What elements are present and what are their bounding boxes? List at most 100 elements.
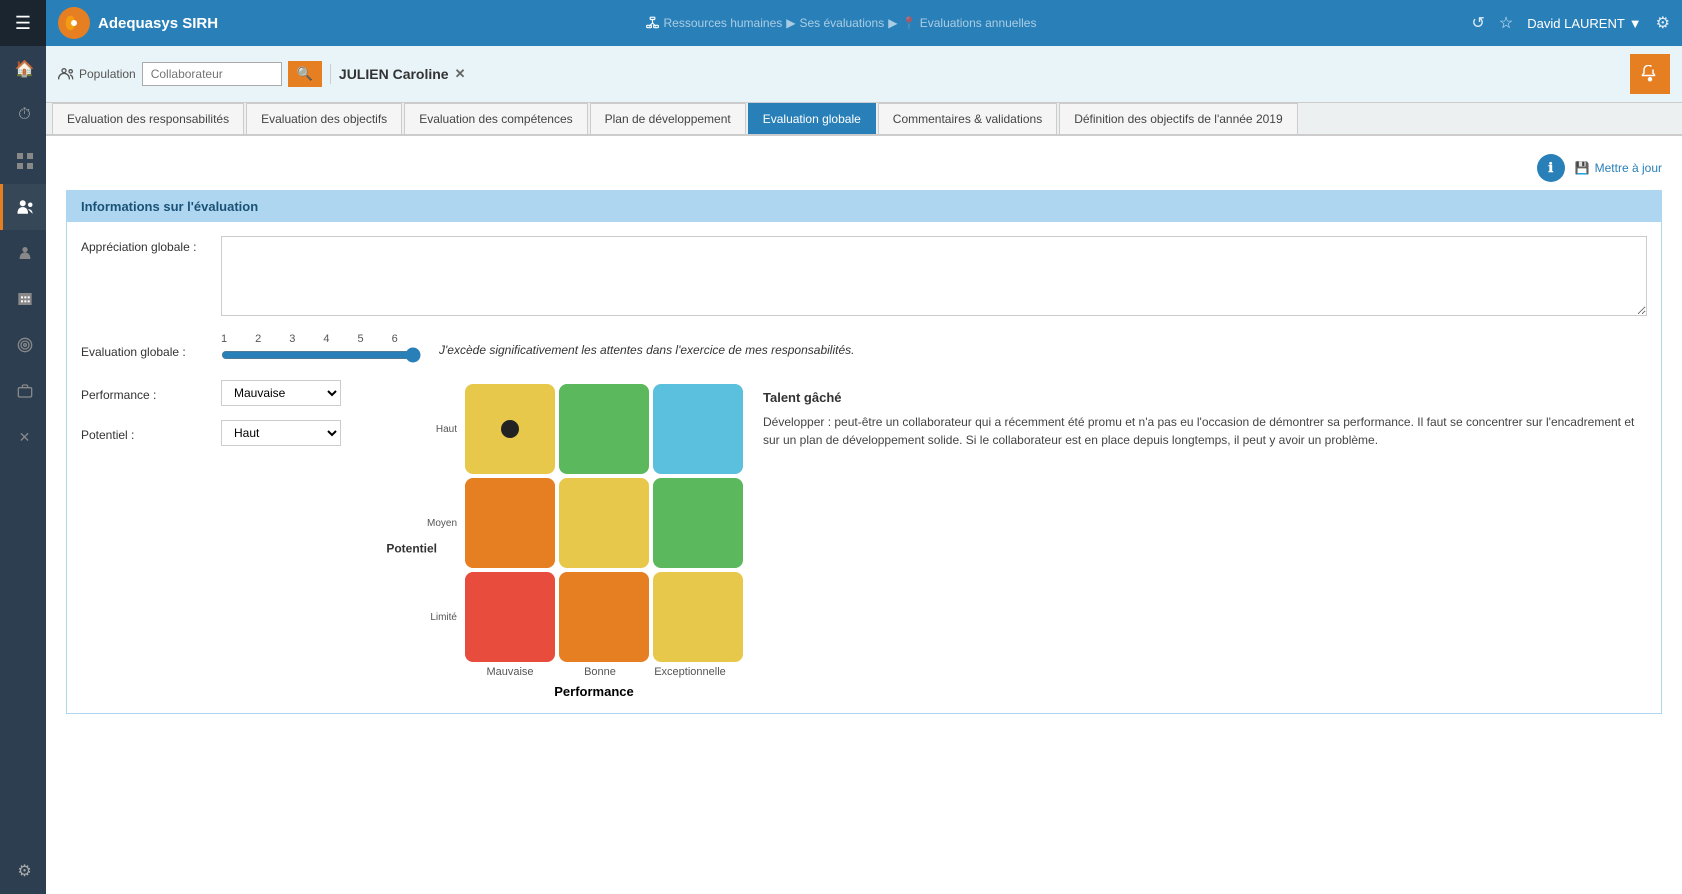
matrix-potentiel-title: Potentiel: [386, 541, 437, 555]
search-button[interactable]: 🔍: [288, 61, 322, 87]
info-section-body: Appréciation globale : Evaluation global…: [67, 222, 1661, 713]
sidebar-item-building[interactable]: [0, 276, 46, 322]
slider-description: J'excède significativement les attentes …: [439, 343, 854, 357]
evaluation-label: Evaluation globale :: [81, 341, 211, 359]
info-button[interactable]: ℹ: [1537, 154, 1565, 182]
sidebar-item-grid[interactable]: [0, 138, 46, 184]
slider-val-4: 4: [323, 333, 329, 345]
matrix-y-label-haut: Haut: [436, 384, 461, 474]
tab-plan[interactable]: Plan de développement: [590, 103, 746, 134]
matrix-grid: [465, 384, 743, 662]
matrix-bottom-exceptionnelle: Exceptionnelle: [645, 666, 735, 678]
matrix-dot: [501, 420, 519, 438]
tab-evaluation-globale[interactable]: Evaluation globale: [748, 103, 876, 134]
population-icon: [58, 67, 74, 81]
sidebar-item-users[interactable]: [0, 184, 46, 230]
slider-val-2: 2: [255, 333, 261, 345]
search-input[interactable]: [142, 62, 282, 86]
remove-collaborator-button[interactable]: ✕: [455, 66, 466, 82]
refresh-icon[interactable]: ↺: [1472, 13, 1485, 33]
breadcrumb-part1: Ressources humaines: [664, 16, 783, 30]
matrix-cell-1-1: [559, 478, 649, 568]
sidebar-item-clock[interactable]: ⏱: [0, 92, 46, 138]
info-section: Informations sur l'évaluation Appréciati…: [66, 190, 1662, 714]
save-button[interactable]: 💾 Mettre à jour: [1575, 161, 1662, 175]
talent-description: Développer : peut-être un collaborateur …: [763, 413, 1647, 449]
performance-select[interactable]: Mauvaise Bonne Exceptionnelle: [221, 380, 341, 406]
action-bar: ℹ 💾 Mettre à jour: [66, 146, 1662, 190]
performance-label: Performance :: [81, 384, 211, 402]
matrix-cell-2-0: [465, 572, 555, 662]
main-content: ℹ 💾 Mettre à jour Informations sur l'éva…: [46, 136, 1682, 894]
slider-val-5: 5: [358, 333, 364, 345]
menu-button[interactable]: ☰: [0, 0, 46, 46]
save-icon: 💾: [1575, 161, 1590, 175]
performance-row: Performance : Mauvaise Bonne Exceptionne…: [81, 380, 1647, 699]
talent-title: Talent gâché: [763, 390, 1647, 405]
logo-icon: [58, 7, 90, 39]
org-icon: [646, 16, 660, 30]
matrix-cell-2-1: [559, 572, 649, 662]
topbar: Adequasys SIRH Ressources humaines ▶ Ses…: [46, 0, 1682, 46]
notifications-button[interactable]: [1630, 54, 1670, 94]
population-text: Population: [79, 67, 136, 81]
population-label: Population: [58, 67, 136, 81]
matrix-bottom-bonne: Bonne: [555, 666, 645, 678]
username-label: David LAURENT: [1527, 16, 1625, 31]
content-header: Population 🔍 JULIEN Caroline ✕: [46, 46, 1682, 103]
info-section-header: Informations sur l'évaluation: [67, 191, 1661, 222]
matrix-cell-1-0: [465, 478, 555, 568]
matrix-cell-1-2: [653, 478, 743, 568]
matrix-y-label-limite: Limité: [430, 572, 461, 662]
tab-definition-objectifs[interactable]: Définition des objectifs de l'année 2019: [1059, 103, 1297, 134]
user-menu[interactable]: David LAURENT ▼: [1527, 16, 1641, 31]
gear-icon[interactable]: ⚙: [1656, 13, 1670, 33]
performance-matrix: Haut Moyen Limité Potentiel: [411, 380, 743, 699]
user-dropdown-arrow: ▼: [1629, 16, 1642, 31]
slider-val-6: 6: [392, 333, 398, 345]
appreciation-textarea[interactable]: [221, 236, 1647, 316]
main-area: Adequasys SIRH Ressources humaines ▶ Ses…: [46, 0, 1682, 894]
tabs-bar: Evaluation des responsabilités Evaluatio…: [46, 103, 1682, 136]
breadcrumb-part3: 📍 Evaluations annuelles: [901, 16, 1036, 30]
tab-responsabilites[interactable]: Evaluation des responsabilités: [52, 103, 244, 134]
evaluation-slider[interactable]: [221, 347, 421, 363]
star-icon[interactable]: ☆: [1499, 13, 1513, 33]
sidebar-item-target[interactable]: [0, 322, 46, 368]
slider-labels: 1 2 3 4 5 6: [221, 333, 421, 345]
collaborator-tag: JULIEN Caroline ✕: [330, 64, 474, 84]
appreciation-label: Appréciation globale :: [81, 236, 211, 254]
tab-competences[interactable]: Evaluation des compétences: [404, 103, 587, 134]
save-label: Mettre à jour: [1595, 161, 1662, 175]
matrix-cell-0-0: [465, 384, 555, 474]
sidebar-item-person[interactable]: [0, 230, 46, 276]
sidebar-item-home[interactable]: 🏠: [0, 46, 46, 92]
potential-select[interactable]: Limité Moyen Haut: [221, 420, 341, 446]
slider-wrapper: 1 2 3 4 5 6: [221, 333, 421, 366]
sidebar-item-briefcase[interactable]: [0, 368, 46, 414]
sidebar: ☰ 🏠 ⏱ ✕ ⚙: [0, 0, 46, 894]
app-name: Adequasys SIRH: [98, 15, 218, 32]
breadcrumb-arrow1: ▶: [786, 16, 795, 30]
sidebar-item-x[interactable]: ✕: [0, 414, 46, 460]
tab-objectifs[interactable]: Evaluation des objectifs: [246, 103, 402, 134]
breadcrumb-arrow2: ▶: [888, 16, 897, 30]
sidebar-item-settings[interactable]: ⚙: [0, 848, 46, 894]
matrix-performance-title: Performance: [445, 684, 743, 699]
breadcrumb: Ressources humaines ▶ Ses évaluations ▶ …: [646, 16, 1037, 30]
matrix-cell-0-1: [559, 384, 649, 474]
matrix-bottom-mauvaise: Mauvaise: [465, 666, 555, 678]
matrix-cell-0-2: [653, 384, 743, 474]
collaborator-name: JULIEN Caroline: [339, 66, 449, 82]
topbar-right: ↺ ☆ David LAURENT ▼ ⚙: [1472, 13, 1671, 33]
appreciation-row: Appréciation globale :: [81, 236, 1647, 319]
matrix-cell-2-2: [653, 572, 743, 662]
search-area: Population 🔍: [58, 61, 322, 87]
evaluation-row: Evaluation globale : 1 2 3 4 5 6: [81, 333, 1647, 366]
appreciation-control: [221, 236, 1647, 319]
tab-commentaires[interactable]: Commentaires & validations: [878, 103, 1057, 134]
talent-info: Talent gâché Développer : peut-être un c…: [763, 380, 1647, 699]
slider-container: 1 2 3 4 5 6 J'excède significativement l…: [221, 333, 1647, 366]
potential-label: Potentiel :: [81, 424, 211, 442]
slider-val-3: 3: [289, 333, 295, 345]
